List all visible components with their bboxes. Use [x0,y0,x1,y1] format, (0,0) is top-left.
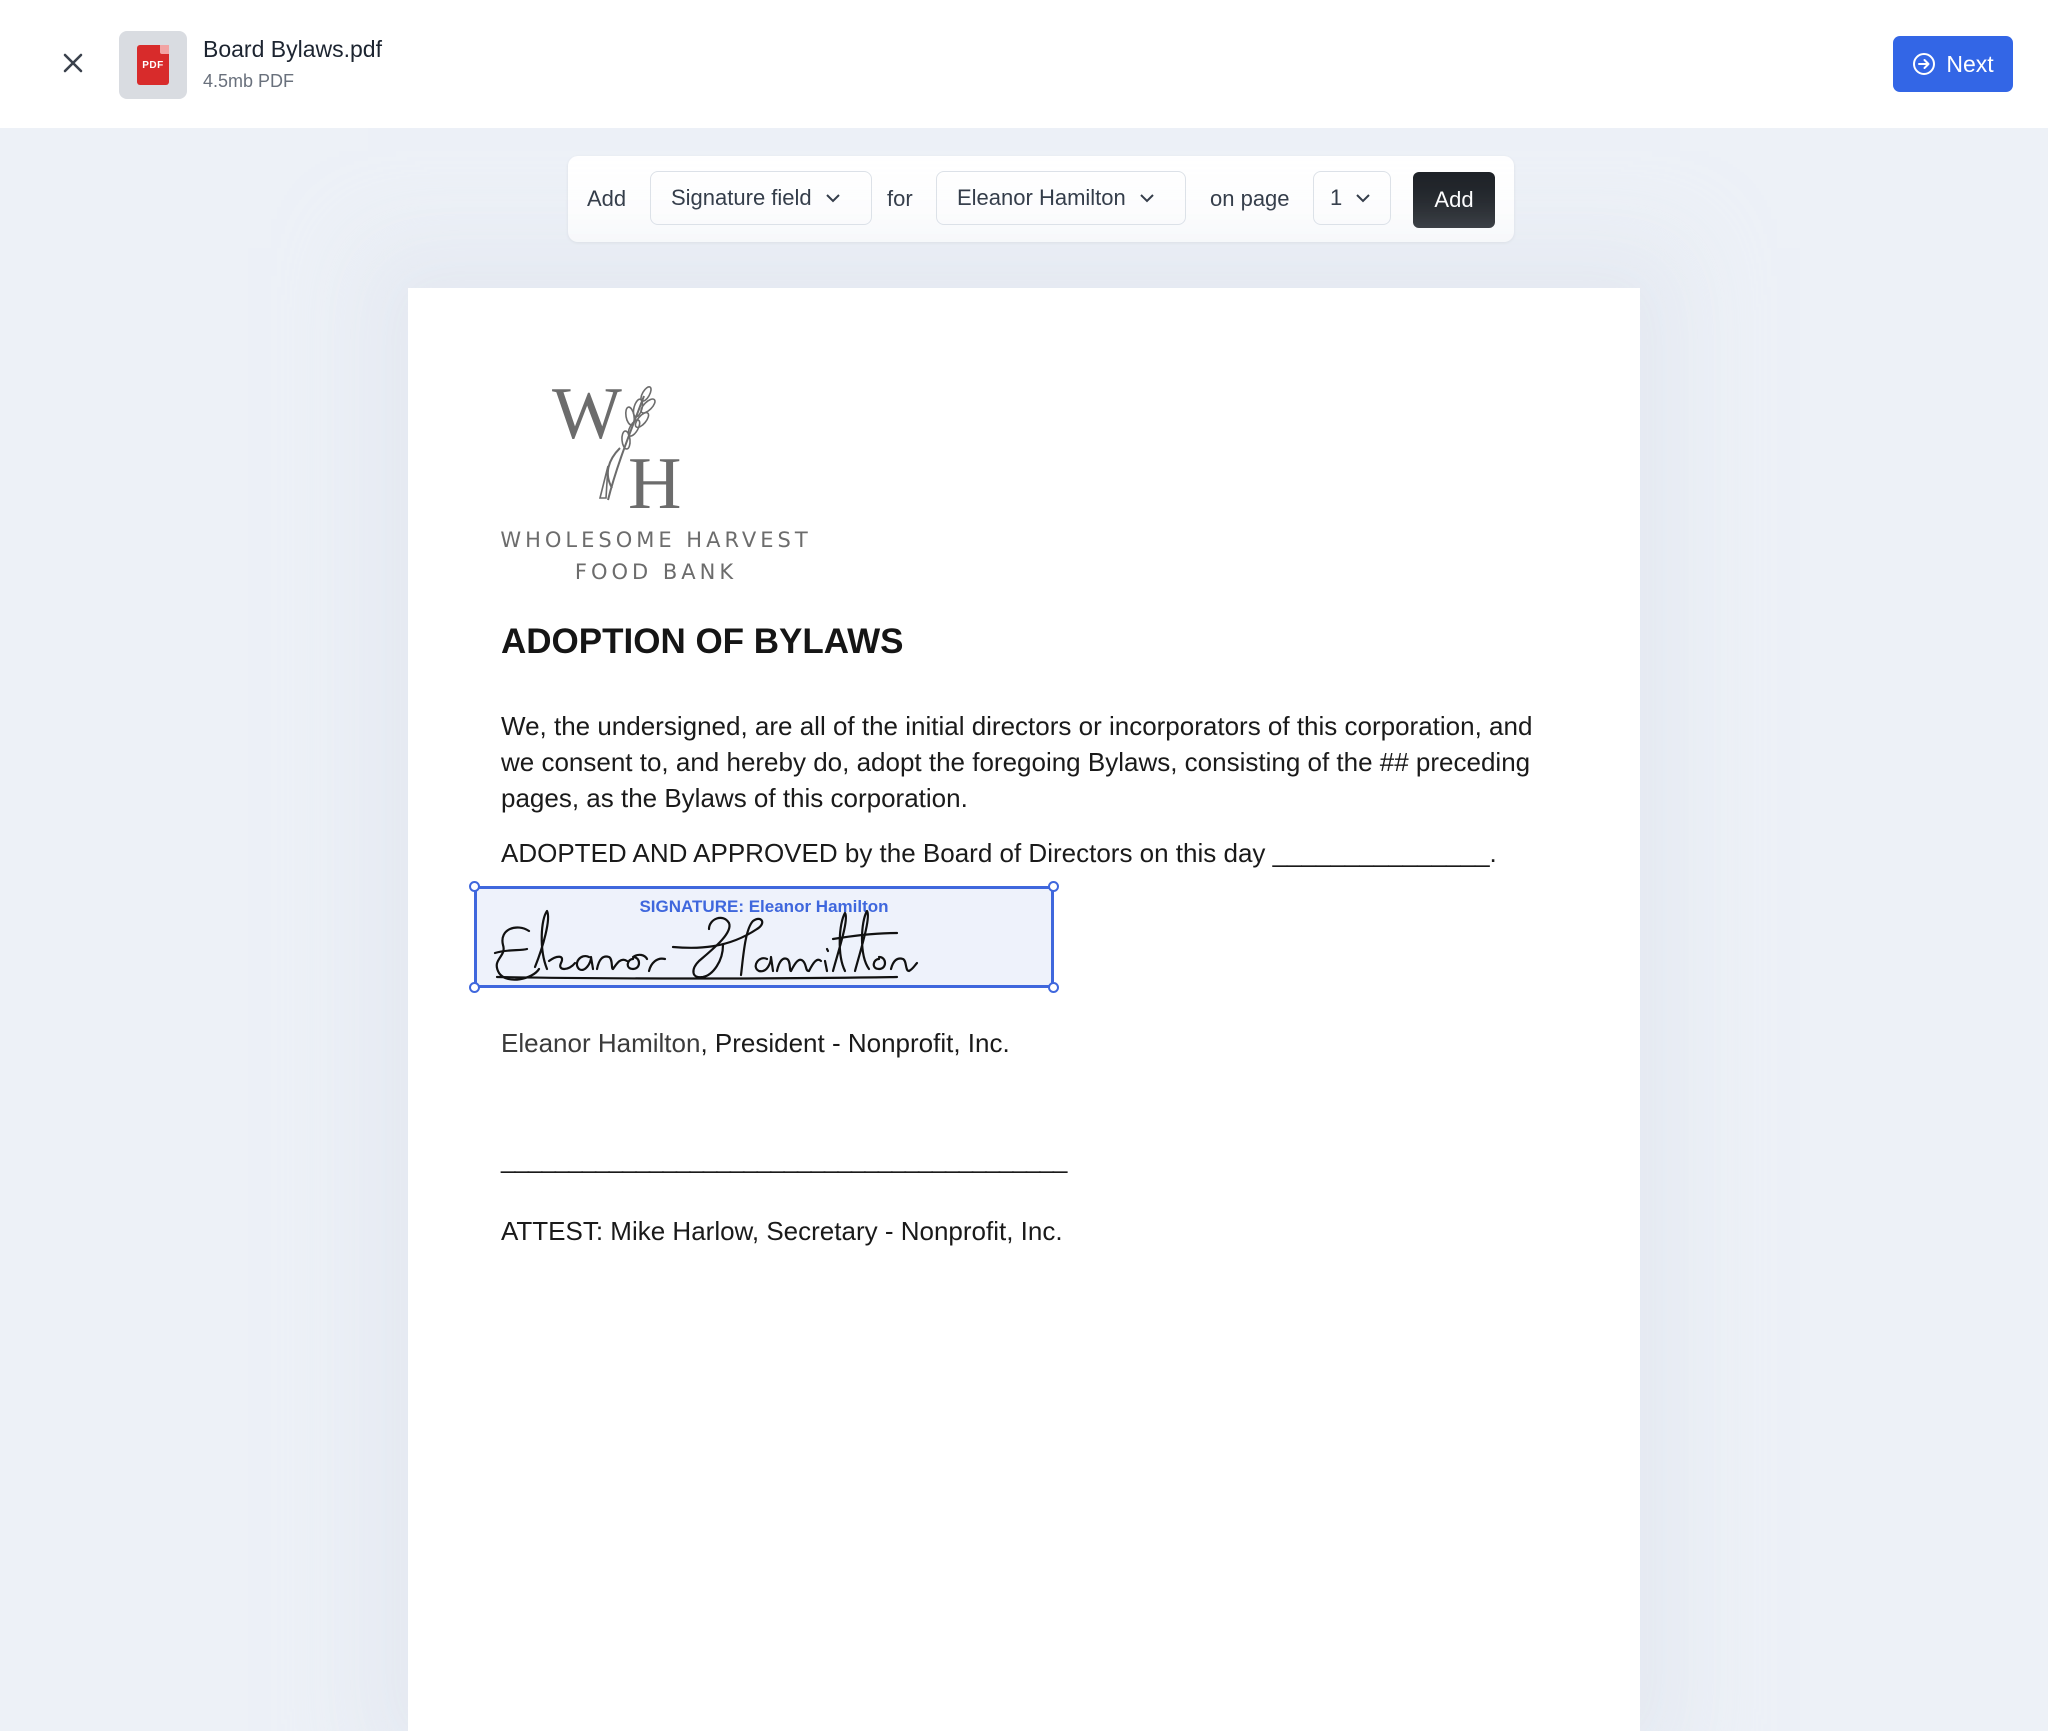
close-button[interactable] [52,42,94,84]
pdf-badge: PDF [137,45,169,85]
organization-logo: W H [552,378,681,525]
pdf-file-icon: PDF [119,31,187,99]
logo-text-line2: FOOD BANK [574,560,738,584]
document-title: ADOPTION OF BYLAWS [501,622,904,661]
toolbar-add-text: Add [587,186,627,211]
signer-select[interactable]: Eleanor Hamilton [936,171,1186,225]
signer-line: Eleanor Hamilton, President - Nonprofit,… [501,1028,1010,1059]
toolbar-for-text: for [887,186,913,211]
logo-text-line1: WHOLESOME HARVEST [500,528,812,552]
resize-handle-bottom-right[interactable] [1048,982,1059,993]
file-meta: 4.5mb PDF [203,71,295,91]
close-icon [63,53,83,73]
chevron-down-icon [1140,193,1154,202]
toolbar-on-page-text: on page [1210,186,1290,211]
page-value: 1 [1330,185,1343,210]
field-type-select[interactable]: Signature field [650,171,872,225]
arrow-circle-right-icon [1913,53,1936,75]
secretary-signature-line: ________________________________________… [501,1144,1067,1174]
adopted-line: ADOPTED AND APPROVED by the Board of Dir… [501,838,1497,868]
field-type-value: Signature field [671,185,812,210]
resize-handle-bottom-left[interactable] [469,982,480,993]
resize-handle-top-right[interactable] [1048,881,1059,892]
attest-line: ATTEST: Mike Harlow, Secretary - Nonprof… [501,1216,1063,1246]
next-label: Next [1946,50,1994,77]
top-bar: PDF Board Bylaws.pdf 4.5mb PDF Next [0,0,2048,128]
page-select[interactable]: 1 [1313,171,1391,225]
body-paragraph: We, the undersigned, are all of the init… [501,711,1533,813]
resize-handle-top-left[interactable] [469,881,480,892]
field-toolbar: Add Signature field for Eleanor Hamilton… [568,156,1514,242]
next-button[interactable]: Next [1893,36,2013,92]
signer-name: Eleanor Hamilton [501,1028,701,1058]
add-field-button[interactable]: Add [1413,172,1495,228]
document-page: W H WHOLESOME HARVEST FOOD BANK ADOPTION… [408,288,1640,1731]
handwritten-signature [493,909,919,981]
signer-role: , President - Nonprofit, Inc. [700,1028,1010,1058]
signature-field[interactable]: SIGNATURE: Eleanor Hamilton [469,881,1059,993]
file-name: Board Bylaws.pdf [203,36,382,62]
chevron-down-icon [825,193,840,202]
chevron-down-icon [1356,193,1370,202]
svg-text:H: H [628,443,681,525]
signer-value: Eleanor Hamilton [957,185,1126,210]
svg-text:W: W [552,378,622,455]
